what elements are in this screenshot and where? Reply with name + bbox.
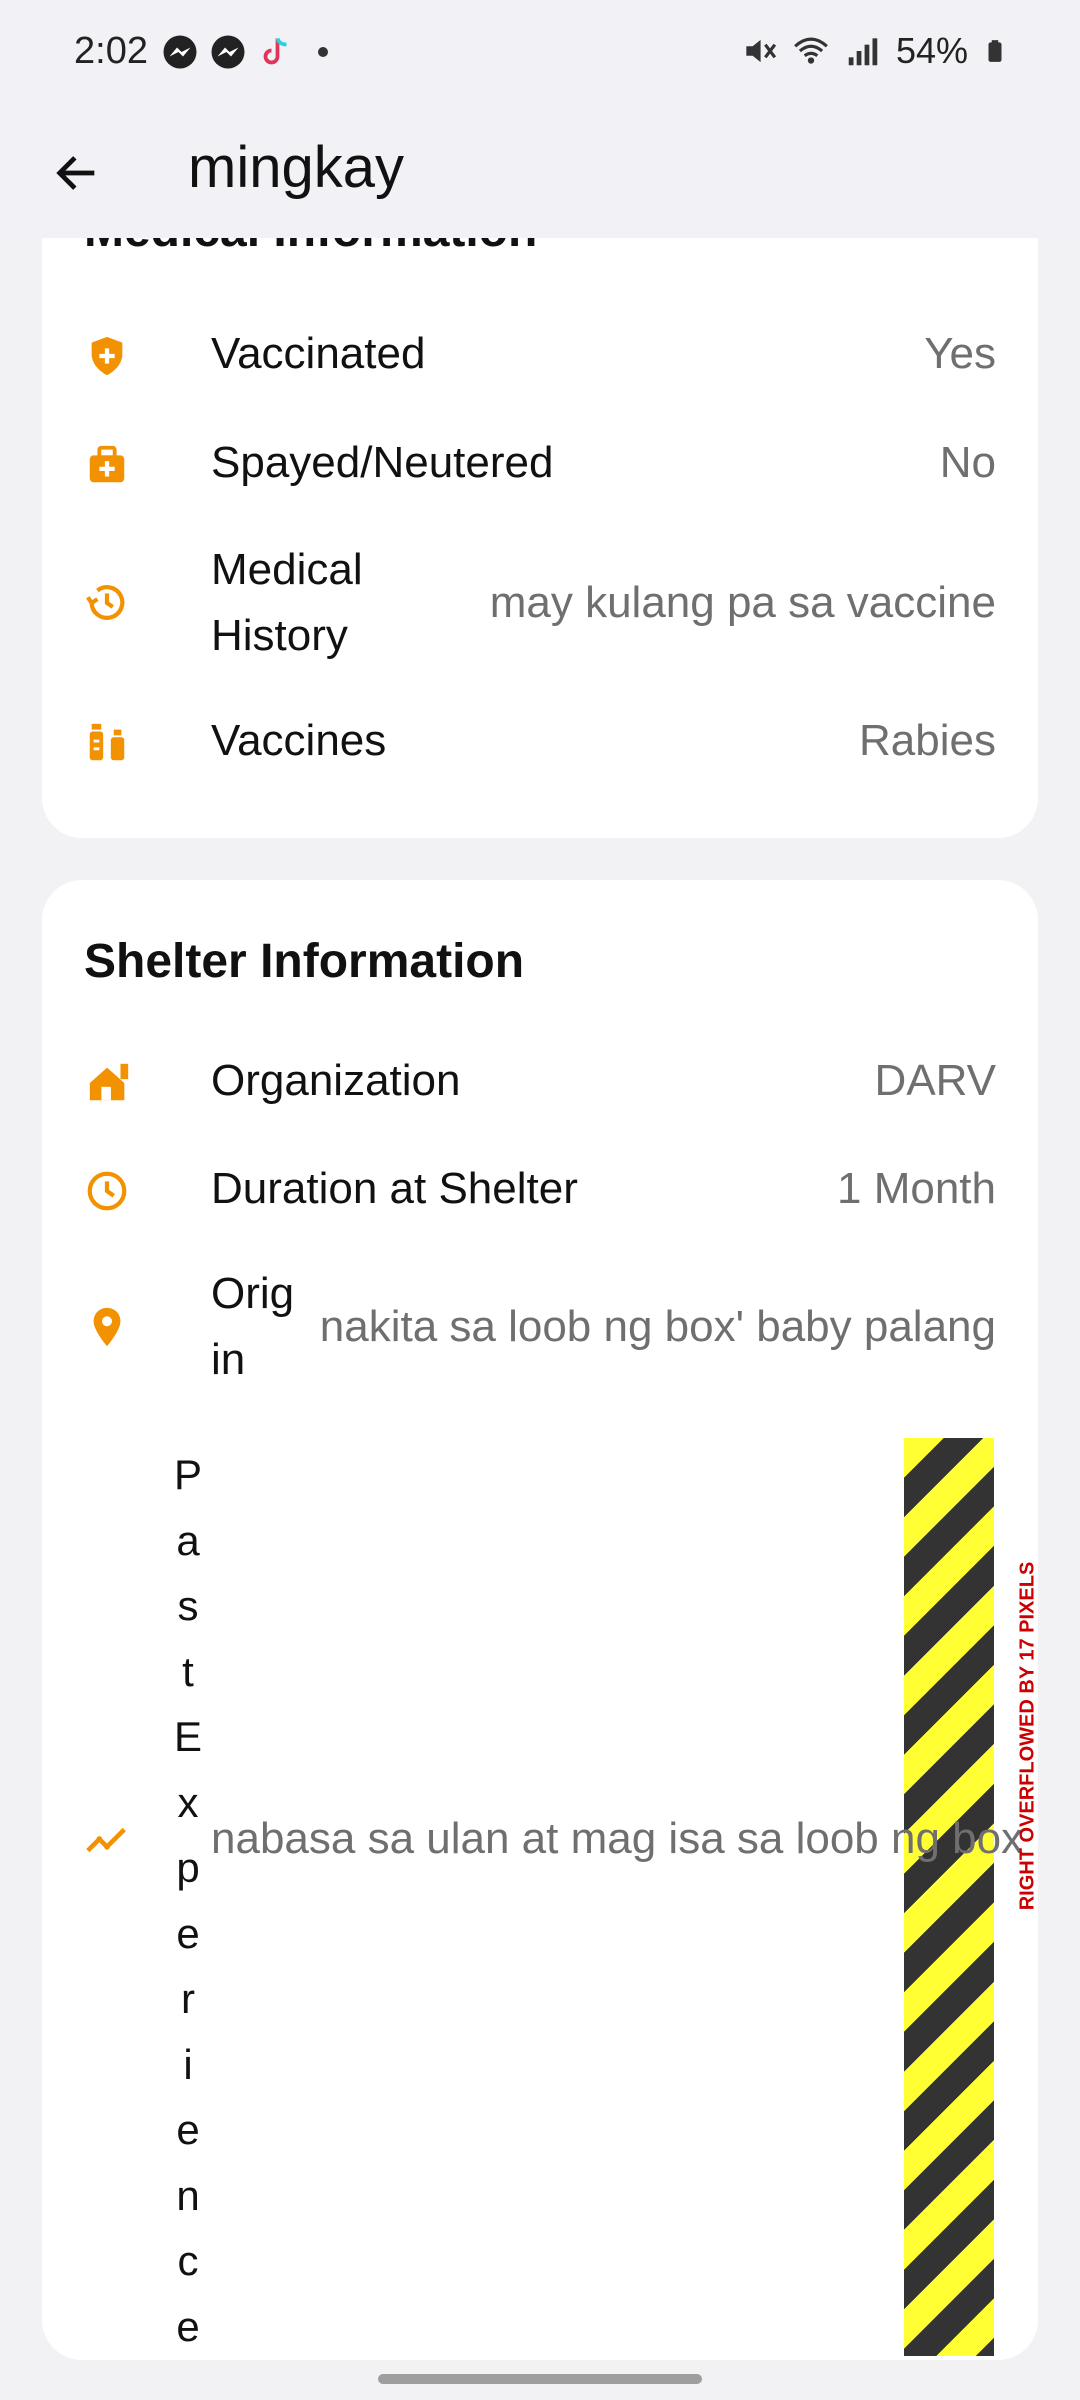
tiktok-icon [263, 37, 287, 65]
row-vaccines: Vaccines Rabies [84, 708, 996, 778]
back-button[interactable] [44, 140, 110, 206]
origin-value: nakita sa loob ng box' baby palang [319, 1302, 996, 1351]
medical-history-label: Medical History [211, 545, 363, 660]
house-icon [89, 1063, 129, 1101]
clock-icon [87, 1171, 127, 1211]
past-experience-value: nabasa sa ulan at mag isa sa loob ng box [211, 1814, 1024, 1863]
vaccines-label: Vaccines [211, 716, 387, 765]
arrow-back-icon [56, 156, 95, 190]
spayed-neutered-label: Spayed/Neutered [211, 438, 554, 487]
mute-icon [746, 39, 777, 63]
overflow-indicator [904, 1438, 994, 2356]
spayed-neutered-value: No [939, 438, 996, 487]
organization-label: Organization [211, 1056, 461, 1105]
vaccinated-value: Yes [924, 329, 996, 378]
notification-dot [318, 47, 328, 57]
system-status: 54% [740, 30, 1008, 72]
row-vaccinated: Vaccinated Yes [84, 321, 996, 391]
trending-icon [86, 1827, 126, 1853]
medical-information-card: Medical Information Vaccinated Yes Spaye… [42, 180, 1038, 838]
notification-icons [162, 34, 328, 70]
origin-label: Orig in [211, 1269, 295, 1384]
history-icon [86, 585, 125, 620]
page-title: mingkay [188, 135, 404, 200]
location-pin-icon [93, 1307, 121, 1347]
shelter-information-title: Shelter Information [84, 935, 525, 988]
row-spayed-neutered: Spayed/Neutered No [84, 430, 996, 500]
row-duration-at-shelter: Duration at Shelter 1 Month [84, 1156, 996, 1226]
messenger-icon [163, 35, 197, 69]
medical-history-value: may kulang pa sa vaccine [489, 578, 996, 627]
organization-value: DARV [874, 1056, 996, 1105]
battery-icon [988, 40, 1002, 62]
vaccinated-label: Vaccinated [211, 329, 426, 378]
signal-icon [848, 38, 878, 66]
messenger-icon [211, 35, 245, 69]
app-bar: mingkay [0, 110, 1080, 238]
status-bar: 2:02 54% [0, 0, 1080, 110]
medical-bag-icon [89, 445, 125, 483]
status-time: 2:02 [74, 30, 148, 72]
vaccines-value: Rabies [859, 716, 996, 765]
vaccine-icon [89, 723, 125, 761]
battery-percentage: 54% [895, 30, 968, 71]
duration-at-shelter-label: Duration at Shelter [211, 1164, 578, 1213]
wifi-icon [794, 37, 828, 64]
row-organization: Organization DARV [84, 1048, 996, 1118]
home-indicator[interactable] [378, 2374, 702, 2384]
row-past-experience: nabasa sa ulan at mag isa sa loob ng box [84, 1806, 1023, 1876]
row-origin: Orig in nakita sa loob ng box' baby pala… [84, 1261, 996, 1393]
past-experience-label: PastExperience [173, 1451, 202, 2350]
duration-at-shelter-value: 1 Month [837, 1164, 996, 1213]
row-medical-history: Medical History may kulang pa sa vaccine [84, 537, 996, 669]
shield-plus-icon [91, 336, 123, 376]
